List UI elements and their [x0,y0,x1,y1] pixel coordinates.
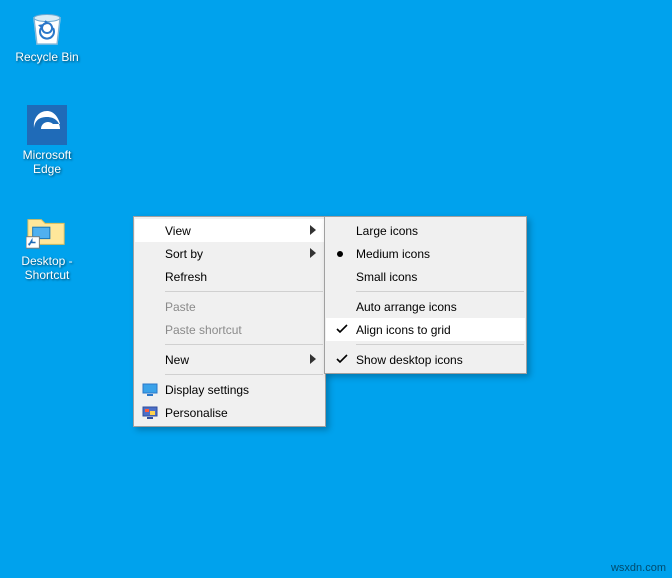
menu-item-new[interactable]: New [135,348,324,371]
menu-item-label: Align icons to grid [356,323,451,337]
desktop-icon-label: Desktop - Shortcut [11,254,83,282]
submenu-arrow-icon [310,353,316,367]
menu-item-view[interactable]: View [135,219,324,242]
desktop-icon-recycle-bin[interactable]: Recycle Bin [10,6,84,64]
menu-separator [356,344,524,345]
menu-item-label: New [165,353,189,367]
submenu-item-small-icons[interactable]: Small icons [326,265,525,288]
watermark: wsxdn.com [611,562,666,574]
submenu-item-auto-arrange[interactable]: Auto arrange icons [326,295,525,318]
folder-shortcut-icon [26,210,68,252]
menu-separator [165,344,323,345]
menu-item-label: Large icons [356,224,418,238]
menu-item-label: Medium icons [356,247,430,261]
recycle-bin-icon [26,6,68,48]
menu-item-label: Paste [165,300,196,314]
desktop-icon-edge[interactable]: Microsoft Edge [10,104,84,176]
check-icon [336,353,348,367]
check-icon [336,323,348,337]
submenu-item-large-icons[interactable]: Large icons [326,219,525,242]
desktop-icon-desktop-shortcut[interactable]: Desktop - Shortcut [10,210,84,282]
menu-item-label: Small icons [356,270,417,284]
menu-item-label: Refresh [165,270,207,284]
menu-item-sort-by[interactable]: Sort by [135,242,324,265]
menu-item-label: Sort by [165,247,203,261]
menu-item-personalise[interactable]: Personalise [135,401,324,424]
submenu-item-show-desktop-icons[interactable]: Show desktop icons [326,348,525,371]
menu-item-label: Auto arrange icons [356,300,457,314]
menu-item-label: Personalise [165,406,228,420]
menu-separator [165,374,323,375]
menu-item-paste: Paste [135,295,324,318]
submenu-item-align-to-grid[interactable]: Align icons to grid [326,318,525,341]
menu-item-label: Show desktop icons [356,353,463,367]
view-submenu: Large icons Medium icons Small icons Aut… [324,216,527,374]
desktop-icon-label: Microsoft Edge [11,148,83,176]
menu-item-label: View [165,224,191,238]
menu-item-paste-shortcut: Paste shortcut [135,318,324,341]
menu-separator [356,291,524,292]
display-settings-icon [142,382,158,398]
radio-bullet-icon [336,247,344,261]
menu-item-refresh[interactable]: Refresh [135,265,324,288]
submenu-arrow-icon [310,224,316,238]
submenu-arrow-icon [310,247,316,261]
desktop-icon-label: Recycle Bin [15,50,78,64]
menu-separator [165,291,323,292]
submenu-item-medium-icons[interactable]: Medium icons [326,242,525,265]
desktop-context-menu: View Sort by Refresh Paste Paste shortcu… [133,216,326,427]
menu-item-label: Paste shortcut [165,323,242,337]
menu-item-label: Display settings [165,383,249,397]
personalise-icon [142,405,158,421]
menu-item-display-settings[interactable]: Display settings [135,378,324,401]
edge-icon [26,104,68,146]
